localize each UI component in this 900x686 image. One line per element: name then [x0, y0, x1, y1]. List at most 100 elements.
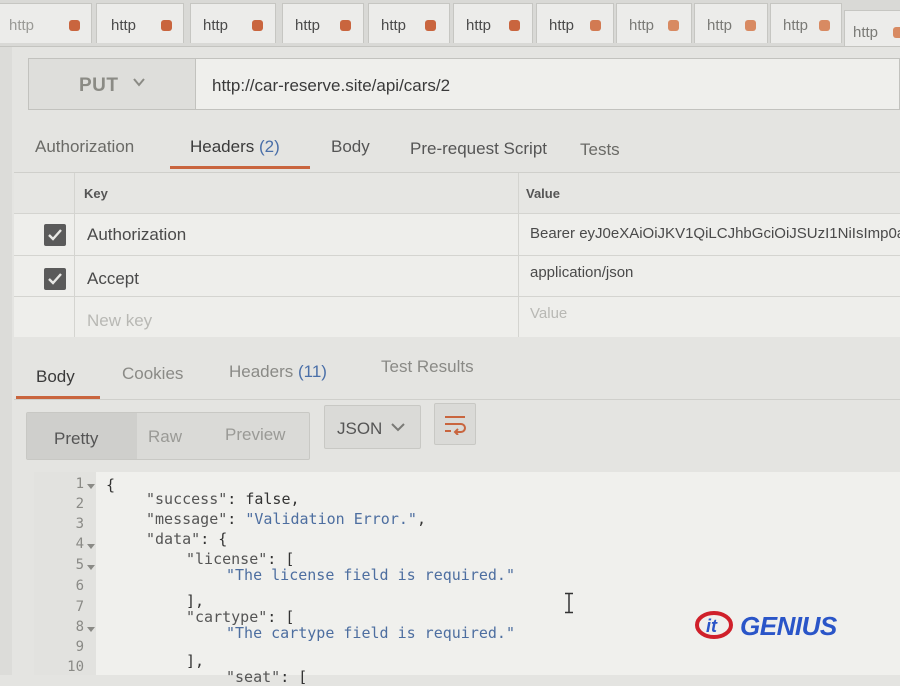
response-body-editor[interactable]: 1 2 3 4 5 6 7 8 9 10 { "success": false,…: [34, 472, 900, 686]
fold-arrow-icon[interactable]: [87, 565, 95, 570]
pretty-label: Pretty: [54, 429, 99, 448]
tab-tests[interactable]: Tests: [580, 140, 620, 160]
tab-headers[interactable]: Headers (2): [190, 137, 280, 157]
language-select[interactable]: JSON: [324, 405, 421, 449]
table-row: Accept application/json: [14, 256, 900, 297]
headers-table: Key Value Authorization Bearer eyJ0eXAiO…: [14, 172, 900, 337]
headers-count: (2): [259, 137, 280, 156]
column-divider: [518, 173, 519, 213]
tab-body[interactable]: Body: [331, 137, 370, 157]
tab-prerequest-script[interactable]: Pre-request Script: [410, 139, 547, 159]
line-number: 8: [75, 619, 84, 635]
svg-text:it: it: [706, 616, 718, 636]
request-tab[interactable]: http: [190, 3, 276, 43]
unsaved-dot-icon: [590, 20, 601, 31]
column-divider: [518, 256, 519, 296]
json-key: "success": [146, 490, 228, 508]
fold-arrow-icon[interactable]: [87, 484, 95, 489]
wrap-lines-button[interactable]: [434, 403, 476, 445]
line-number: 6: [75, 578, 84, 594]
request-tab[interactable]: http: [536, 3, 614, 43]
unsaved-dot-icon: [161, 20, 172, 31]
tab-authorization[interactable]: Authorization: [35, 137, 134, 157]
divider: [14, 399, 900, 400]
request-tab-label: http: [629, 17, 655, 34]
request-tab-strip: http http http http http http http http …: [0, 0, 900, 47]
json-punct: ,: [416, 510, 426, 528]
request-tab[interactable]: http: [368, 3, 450, 43]
request-tab[interactable]: http: [282, 3, 364, 43]
column-header-value: Value: [526, 186, 560, 201]
json-key: "seat": [226, 668, 281, 686]
request-tab-label: http: [203, 17, 229, 34]
line-number: 3: [75, 516, 84, 532]
unsaved-dot-icon: [893, 27, 900, 38]
url-text: http://car-reserve.site/api/cars/2: [212, 76, 451, 95]
header-value-input[interactable]: Bearer eyJ0eXAiOiJKV1QiLCJhbGciOiJSUzI1N…: [530, 225, 900, 242]
table-header-row: Key Value: [14, 173, 900, 214]
response-headers-count: (11): [298, 362, 327, 381]
request-tab[interactable]: http: [0, 3, 92, 43]
line-number: 2: [75, 496, 84, 512]
format-toggle-group: Pretty Raw Preview: [26, 412, 310, 460]
new-key-input[interactable]: New key: [87, 311, 152, 331]
header-key-input[interactable]: Accept: [87, 269, 139, 289]
line-number-gutter: 1 2 3 4 5 6 7 8 9 10: [34, 472, 96, 675]
response-tab-test-results[interactable]: Test Results: [381, 357, 474, 377]
url-input[interactable]: http://car-reserve.site/api/cars/2: [196, 58, 900, 110]
header-enabled-checkbox[interactable]: [44, 268, 66, 290]
request-tab-label: http: [707, 17, 733, 34]
pretty-button[interactable]: Pretty: [27, 413, 137, 459]
new-value-input[interactable]: Value: [530, 305, 567, 322]
code-line: "The cartype field is required.": [226, 624, 515, 642]
method-select[interactable]: PUT: [28, 58, 196, 110]
column-header-key: Key: [84, 186, 108, 201]
watermark-logo: it GENIUS: [692, 608, 862, 644]
unsaved-dot-icon: [69, 20, 80, 31]
fold-arrow-icon[interactable]: [87, 627, 95, 632]
fold-arrow-icon[interactable]: [87, 544, 95, 549]
header-enabled-checkbox[interactable]: [44, 224, 66, 246]
left-edge-strip: [0, 46, 12, 675]
code-line: "success": false,: [146, 490, 300, 508]
request-tab[interactable]: http: [96, 3, 184, 43]
request-tab-label: http: [295, 17, 321, 34]
unsaved-dot-icon: [425, 20, 436, 31]
response-tab-headers-label: Headers: [229, 362, 294, 381]
request-tab[interactable]: http: [694, 3, 768, 43]
checkmark-icon: [48, 273, 62, 285]
code-line: "data": {: [146, 530, 227, 548]
header-value-input[interactable]: application/json: [530, 264, 633, 281]
response-tab-cookies[interactable]: Cookies: [122, 364, 183, 384]
request-tab[interactable]: http: [844, 10, 900, 46]
json-string: "The license field is required.": [226, 566, 515, 584]
preview-button[interactable]: Preview: [225, 425, 285, 445]
request-tab-label: http: [9, 17, 35, 34]
unsaved-dot-icon: [819, 20, 830, 31]
json-string: "Validation Error.": [245, 510, 417, 528]
code-line: "message": "Validation Error.",: [146, 510, 426, 528]
request-tab[interactable]: http: [616, 3, 692, 43]
header-key-input[interactable]: Authorization: [87, 225, 186, 245]
response-tab-headers[interactable]: Headers (11): [229, 362, 327, 382]
raw-button[interactable]: Raw: [148, 427, 182, 447]
request-tab[interactable]: http: [770, 3, 842, 43]
line-number: 5: [75, 557, 84, 573]
response-tab-body[interactable]: Body: [36, 367, 75, 387]
line-number: 7: [75, 599, 84, 615]
request-tab-label: http: [381, 17, 407, 34]
code-line: ],: [186, 652, 205, 670]
active-tab-indicator: [170, 166, 310, 169]
table-row: Authorization Bearer eyJ0eXAiOiJKV1QiLCJ…: [14, 214, 900, 256]
json-value: : false,: [227, 490, 300, 508]
text-cursor-icon: [565, 592, 573, 614]
json-punct: : {: [200, 530, 228, 548]
request-tab[interactable]: http: [453, 3, 533, 43]
request-tab-label: http: [111, 17, 137, 34]
method-label: PUT: [79, 75, 119, 96]
unsaved-dot-icon: [340, 20, 351, 31]
wrap-lines-icon: [445, 416, 466, 435]
column-divider: [518, 214, 519, 255]
line-number: 4: [75, 536, 84, 552]
json-punct: :: [227, 510, 246, 528]
